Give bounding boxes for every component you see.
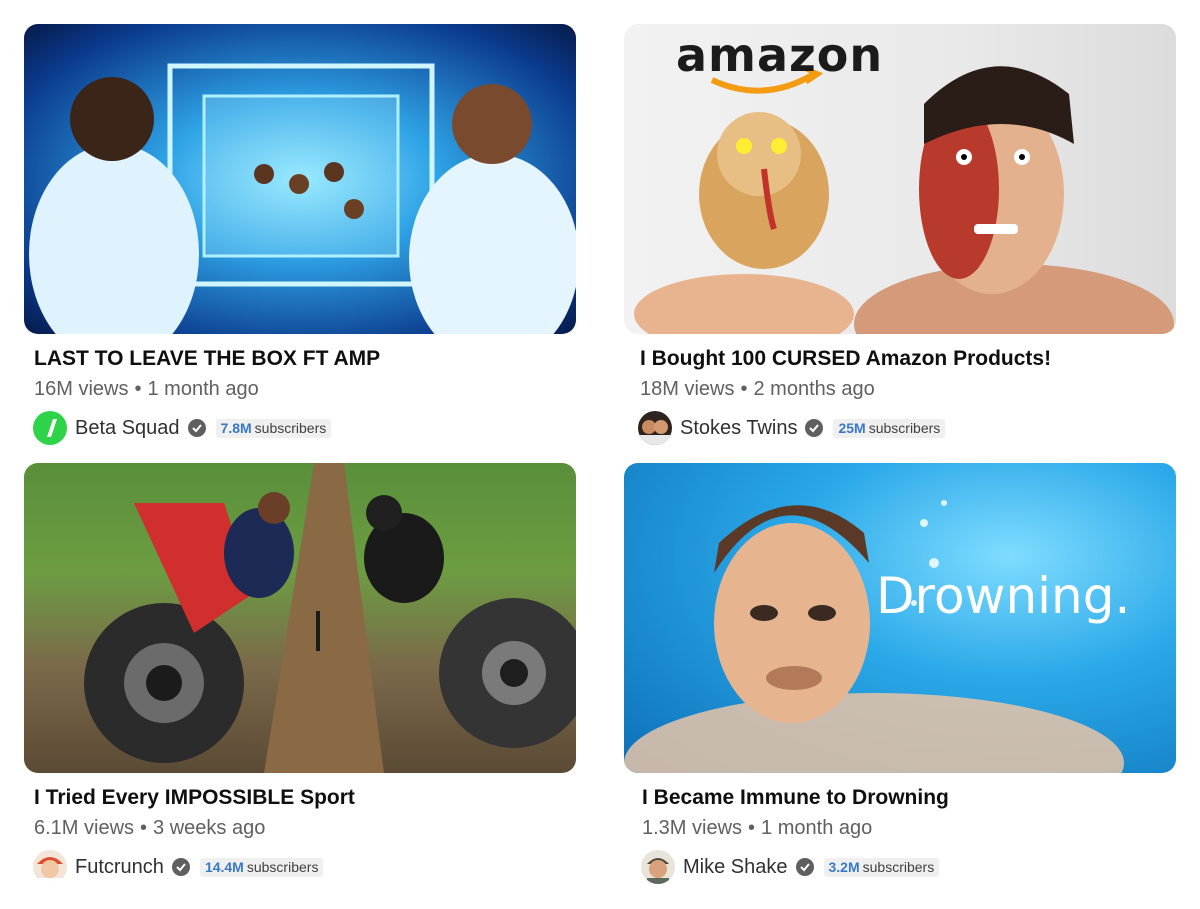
video-meta: 6.1M views • 3 weeks ago (34, 817, 576, 840)
video-title[interactable]: I Bought 100 CURSED Amazon Products! (640, 346, 1176, 372)
thumbnail-overlay-text: Drowning. (876, 567, 1131, 625)
channel-name[interactable]: Stokes Twins (680, 417, 797, 440)
video-meta: 16M views • 1 month ago (34, 378, 576, 401)
subscriber-badge: 14.4M subscribers (199, 857, 324, 877)
view-count: 1.3M views (642, 817, 743, 839)
futcrunch-avatar-icon (37, 857, 63, 884)
channel-row: Futcrunch 14.4M subscribers (33, 850, 576, 884)
subscriber-count: 7.8M (220, 419, 252, 436)
upload-age: 2 months ago (753, 378, 875, 400)
video-title[interactable]: LAST TO LEAVE THE BOX FT AMP (34, 346, 576, 372)
video-title[interactable]: I Became Immune to Drowning (642, 785, 1176, 811)
subscriber-badge: 3.2M subscribers (823, 857, 940, 877)
subscriber-badge: 7.8M subscribers (215, 418, 332, 438)
video-card[interactable]: amazon I Bought 100 CURSED Amazon Produc… (624, 24, 1176, 445)
video-thumbnail[interactable]: Drowning. (624, 463, 1176, 773)
verified-check-icon (171, 858, 190, 876)
upload-age: 1 month ago (761, 817, 873, 839)
subscriber-label: subscribers (246, 858, 319, 875)
video-card[interactable]: Drowning. I Became Immune to Drowning 1.… (624, 463, 1176, 884)
video-card[interactable]: I Tried Every IMPOSSIBLE Sport 6.1M view… (24, 463, 576, 884)
upload-age: 3 weeks ago (153, 817, 266, 839)
subscriber-count: 14.4M (204, 858, 244, 875)
beta-squad-logo-icon (47, 419, 57, 437)
channel-name[interactable]: Futcrunch (75, 856, 164, 879)
video-thumbnail[interactable] (24, 24, 576, 334)
subscriber-count: 3.2M (828, 858, 860, 875)
channel-name[interactable]: Beta Squad (75, 417, 180, 440)
video-meta: 1.3M views • 1 month ago (642, 817, 1176, 840)
subscriber-count: 25M (838, 419, 866, 436)
verified-check-icon (805, 419, 824, 437)
channel-name[interactable]: Mike Shake (683, 856, 788, 879)
video-thumbnail[interactable]: amazon (624, 24, 1176, 334)
mike-shake-avatar-icon (647, 858, 669, 884)
thumbnail-art (84, 463, 576, 773)
view-count: 16M views (34, 378, 129, 400)
meta-separator: • (748, 817, 756, 839)
video-thumbnail[interactable] (24, 463, 576, 773)
stokes-twins-avatar-icon (638, 420, 672, 445)
channel-avatar[interactable] (638, 411, 672, 445)
upload-age: 1 month ago (147, 378, 259, 400)
verified-check-icon (187, 419, 206, 437)
video-title[interactable]: I Tried Every IMPOSSIBLE Sport (34, 785, 576, 811)
meta-separator: • (140, 817, 148, 839)
subscriber-label: subscribers (868, 419, 941, 436)
channel-row: Mike Shake 3.2M subscribers (641, 850, 1176, 884)
meta-separator: • (740, 378, 748, 400)
channel-row: Beta Squad 7.8M subscribers (33, 411, 576, 445)
channel-row: Stokes Twins 25M subscribers (638, 411, 1176, 445)
channel-avatar[interactable] (641, 850, 675, 884)
thumbnail-art (29, 63, 576, 334)
channel-avatar[interactable] (33, 850, 67, 884)
meta-separator: • (134, 378, 142, 400)
view-count: 18M views (640, 378, 735, 400)
video-card[interactable]: LAST TO LEAVE THE BOX FT AMP 16M views • 1… (24, 24, 576, 445)
view-count: 6.1M views (34, 817, 135, 839)
verified-check-icon (795, 858, 814, 876)
subscriber-label: subscribers (254, 419, 327, 436)
thumbnail-overlay-text: amazon (676, 28, 884, 82)
video-meta: 18M views • 2 months ago (640, 378, 1176, 401)
channel-avatar[interactable] (33, 411, 67, 445)
subscriber-label: subscribers (862, 858, 935, 875)
subscriber-badge: 25M subscribers (833, 418, 946, 438)
